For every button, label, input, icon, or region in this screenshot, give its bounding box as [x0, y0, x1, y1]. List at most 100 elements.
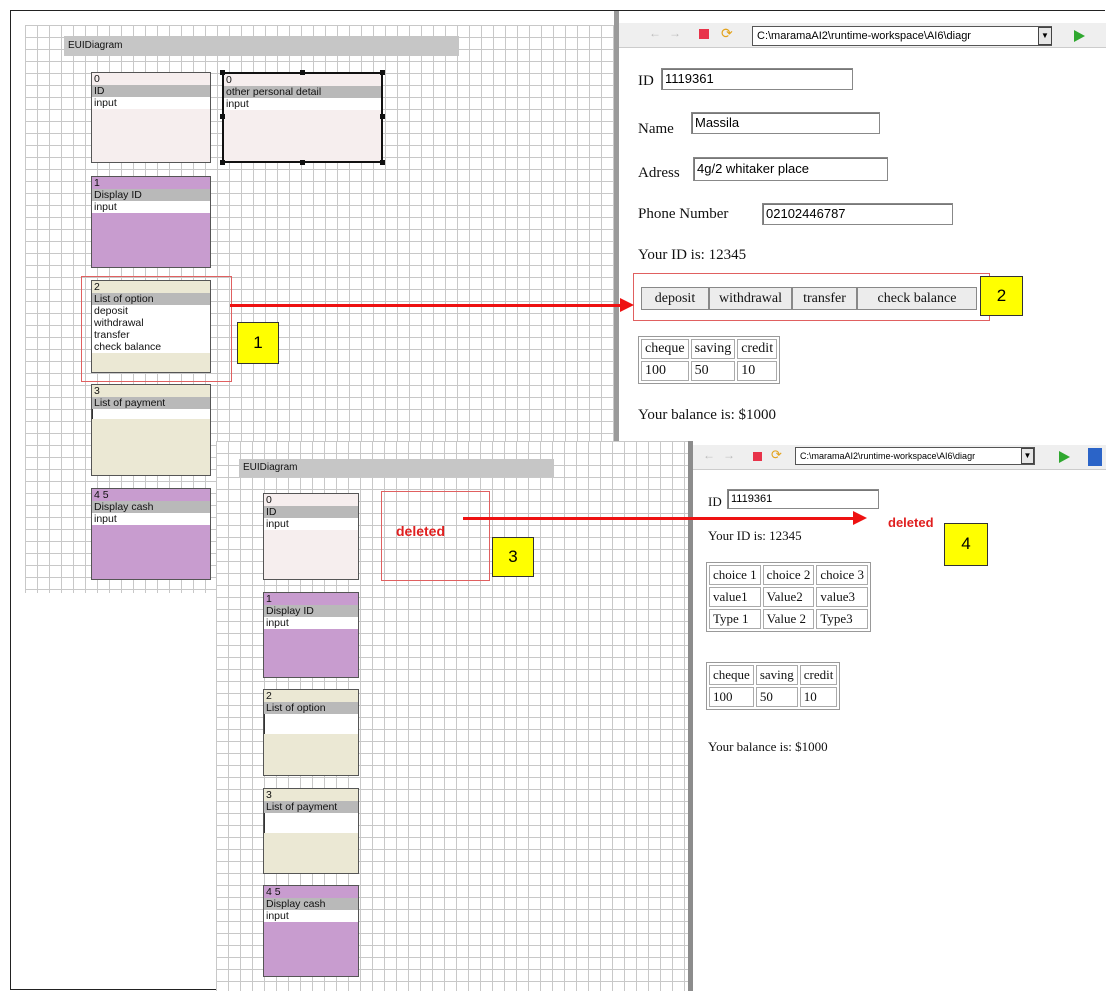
component-index: 4 5	[94, 489, 109, 501]
stop-icon[interactable]	[699, 29, 709, 39]
refresh-icon[interactable]: ⟳	[721, 25, 733, 42]
table-cell: 10	[799, 687, 838, 707]
component-index: 0	[266, 494, 272, 506]
component-type: input	[264, 518, 358, 530]
bottom-display-id-component[interactable]: 1 Display ID input	[263, 592, 359, 678]
top-other-personal-component[interactable]: 0 other personal detail input	[222, 72, 383, 163]
phone-number-label: Phone Number	[638, 206, 729, 222]
bottom-id-component[interactable]: 0 ID input	[263, 493, 359, 580]
bottom-id-input[interactable]: 1119361	[727, 489, 879, 509]
component-name: Display ID	[92, 189, 210, 201]
table-cell: 50	[690, 361, 736, 381]
your-id-text: Your ID is: 12345	[638, 247, 747, 263]
top-list-of-option-component[interactable]: 2 List of option deposit withdrawal tran…	[91, 280, 211, 373]
top-id-component[interactable]: 0 ID input	[91, 72, 211, 163]
top-balance-text: Your balance is: $1000	[638, 407, 777, 423]
table-cell: Type 1	[709, 609, 761, 629]
table-cell: Value2	[762, 587, 815, 607]
component-index: 0	[226, 74, 232, 86]
forward-icon[interactable]: →	[723, 448, 735, 462]
arrow-3-to-4	[463, 517, 856, 520]
component-name: Display cash	[92, 501, 210, 513]
dropdown-icon[interactable]: ▼	[1038, 27, 1052, 45]
selection-handle[interactable]	[380, 70, 385, 75]
option-item: deposit	[92, 305, 210, 317]
component-type: input	[224, 98, 381, 110]
withdrawal-button[interactable]: withdrawal	[709, 287, 792, 310]
component-index: 3	[266, 789, 272, 801]
top-list-of-payment-component[interactable]: 3 List of payment	[91, 384, 211, 476]
callout-4: 4	[944, 523, 988, 566]
figure-frame: EUIDiagram 0 ID input 0 other personal d…	[10, 10, 1106, 991]
name-label: Name	[638, 121, 674, 137]
component-type: input	[264, 617, 358, 629]
table-header-cell: credit	[737, 339, 778, 359]
name-input[interactable]: Massila	[691, 112, 880, 134]
selection-handle[interactable]	[380, 114, 385, 119]
table-cell: choice 2	[762, 565, 815, 585]
choice-table: choice 1 choice 2 choice 3 value1 Value2…	[706, 562, 872, 632]
table-row: cheque saving credit	[709, 665, 838, 685]
component-name: List of payment	[264, 801, 358, 813]
stop-icon[interactable]	[753, 452, 762, 461]
component-index: 1	[94, 177, 100, 189]
go-icon[interactable]	[1059, 451, 1070, 463]
arrow-3-to-4-head	[853, 511, 867, 525]
component-index: 1	[266, 593, 272, 605]
callout-1: 1	[237, 322, 279, 364]
selection-handle[interactable]	[220, 70, 225, 75]
table-cell: value1	[709, 587, 761, 607]
component-type: input	[92, 97, 210, 109]
selection-handle[interactable]	[300, 70, 305, 75]
top-cash-table: cheque saving credit 100 50 10	[638, 336, 781, 384]
bottom-address-bar[interactable]: C:\maramaAI2\runtime-workspace\AI6\diagr	[795, 447, 1035, 465]
component-index: 4 5	[266, 886, 281, 898]
selection-handle[interactable]	[300, 160, 305, 165]
dropdown-icon[interactable]: ▼	[1021, 448, 1034, 464]
table-row: 100 50 10	[709, 687, 838, 707]
top-display-id-component[interactable]: 1 Display ID input	[91, 176, 211, 268]
phone-number-input[interactable]: 02102446787	[762, 203, 953, 225]
top-address-bar[interactable]: C:\maramaAI2\runtime-workspace\AI6\diagr	[752, 26, 1052, 46]
bottom-display-cash-component[interactable]: 4 5 Display cash input	[263, 885, 359, 977]
table-cell: Value 2	[762, 609, 815, 629]
component-name: List of option	[264, 702, 358, 714]
refresh-icon[interactable]: ⟳	[771, 447, 782, 463]
component-name: Display cash	[264, 898, 358, 910]
bottom-diagram-title: EUIDiagram	[239, 459, 554, 477]
list-box	[264, 714, 358, 734]
component-index: 2	[94, 281, 100, 293]
component-index: 2	[266, 690, 272, 702]
deposit-button[interactable]: deposit	[641, 287, 709, 310]
component-name: ID	[92, 85, 210, 97]
adress-input[interactable]: 4g/2 whitaker place	[693, 157, 888, 181]
back-icon[interactable]: ←	[703, 448, 715, 462]
table-cell: value3	[816, 587, 869, 607]
deleted-label-editor: deleted	[396, 523, 446, 539]
component-name: ID	[264, 506, 358, 518]
back-icon[interactable]: ←	[649, 26, 661, 40]
bottom-list-of-payment-component[interactable]: 3 List of payment	[263, 788, 359, 874]
check-balance-button[interactable]: check balance	[857, 287, 977, 310]
deleted-label-browser: deleted	[888, 515, 934, 530]
table-cell: 100	[641, 361, 689, 381]
toolbar-overflow-icon[interactable]	[1088, 448, 1102, 466]
forward-icon[interactable]: →	[669, 26, 681, 40]
selection-handle[interactable]	[220, 114, 225, 119]
bottom-list-of-option-component[interactable]: 2 List of option	[263, 689, 359, 776]
component-type: input	[264, 910, 358, 922]
top-display-cash-component[interactable]: 4 5 Display cash input	[91, 488, 211, 580]
go-icon[interactable]	[1074, 30, 1085, 42]
table-cell: credit	[799, 665, 838, 685]
selection-handle[interactable]	[380, 160, 385, 165]
component-type: input	[92, 201, 210, 213]
top-diagram-title: EUIDiagram	[64, 36, 459, 56]
bottom-balance-text: Your balance is: $1000	[708, 739, 828, 754]
selection-handle[interactable]	[220, 160, 225, 165]
component-name: List of option	[92, 293, 210, 305]
table-cell: Type3	[816, 609, 869, 629]
component-type: input	[92, 513, 210, 525]
transfer-button[interactable]: transfer	[792, 287, 857, 310]
component-name: List of payment	[92, 397, 210, 409]
id-input[interactable]: 1119361	[661, 68, 853, 90]
